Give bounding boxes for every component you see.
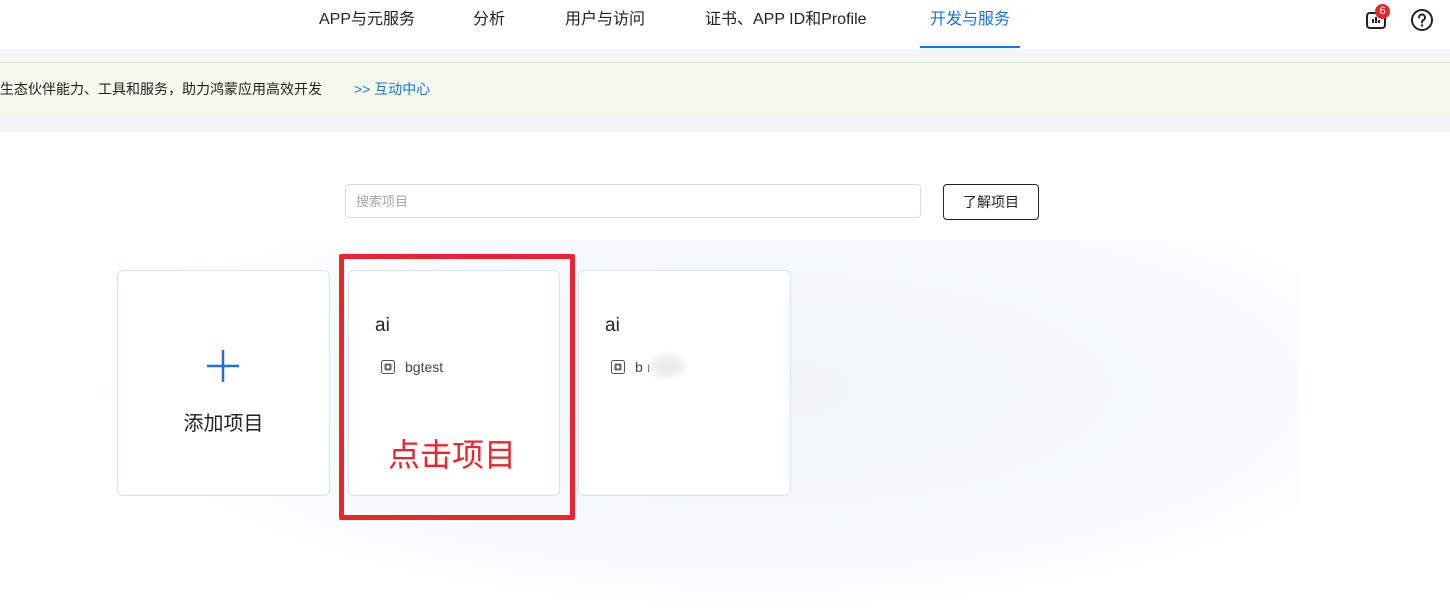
interaction-center-link[interactable]: >> 互动中心: [354, 63, 430, 116]
learn-project-button[interactable]: 了解项目: [943, 184, 1039, 220]
app-icon: [611, 360, 625, 374]
add-project-card[interactable]: 添加项目: [117, 270, 330, 496]
info-banner: 生态伙伴能力、工具和服务，助力鸿蒙应用高效开发 >> 互动中心: [0, 62, 1450, 117]
annotation-highlight-box: [339, 254, 575, 520]
plus-icon: [206, 349, 240, 383]
annotation-label: 点击项目: [388, 437, 517, 473]
nav-divider-strip: [0, 49, 1450, 62]
tab-users-access[interactable]: 用户与访问: [565, 0, 645, 48]
project-card[interactable]: ai b ı: [578, 270, 791, 496]
tab-certificates[interactable]: 证书、APP ID和Profile: [705, 0, 867, 48]
top-nav: APP与元服务 分析 用户与访问 证书、APP ID和Profile 开发与服务…: [0, 0, 1450, 49]
notification-badge: 6: [1375, 4, 1390, 19]
add-project-label: 添加项目: [183, 413, 264, 435]
banner-text: 生态伙伴能力、工具和服务，助力鸿蒙应用高效开发: [0, 81, 322, 97]
banner-bottom-strip: [0, 116, 1450, 132]
tab-analytics[interactable]: 分析: [473, 0, 505, 48]
search-input[interactable]: [345, 184, 921, 218]
redaction-blur: [647, 353, 687, 379]
project-name: ai: [605, 315, 620, 336]
tab-dev-services[interactable]: 开发与服务: [920, 0, 1020, 48]
question-circle-icon[interactable]: [1410, 8, 1434, 32]
tab-app-services[interactable]: APP与元服务: [319, 0, 415, 48]
